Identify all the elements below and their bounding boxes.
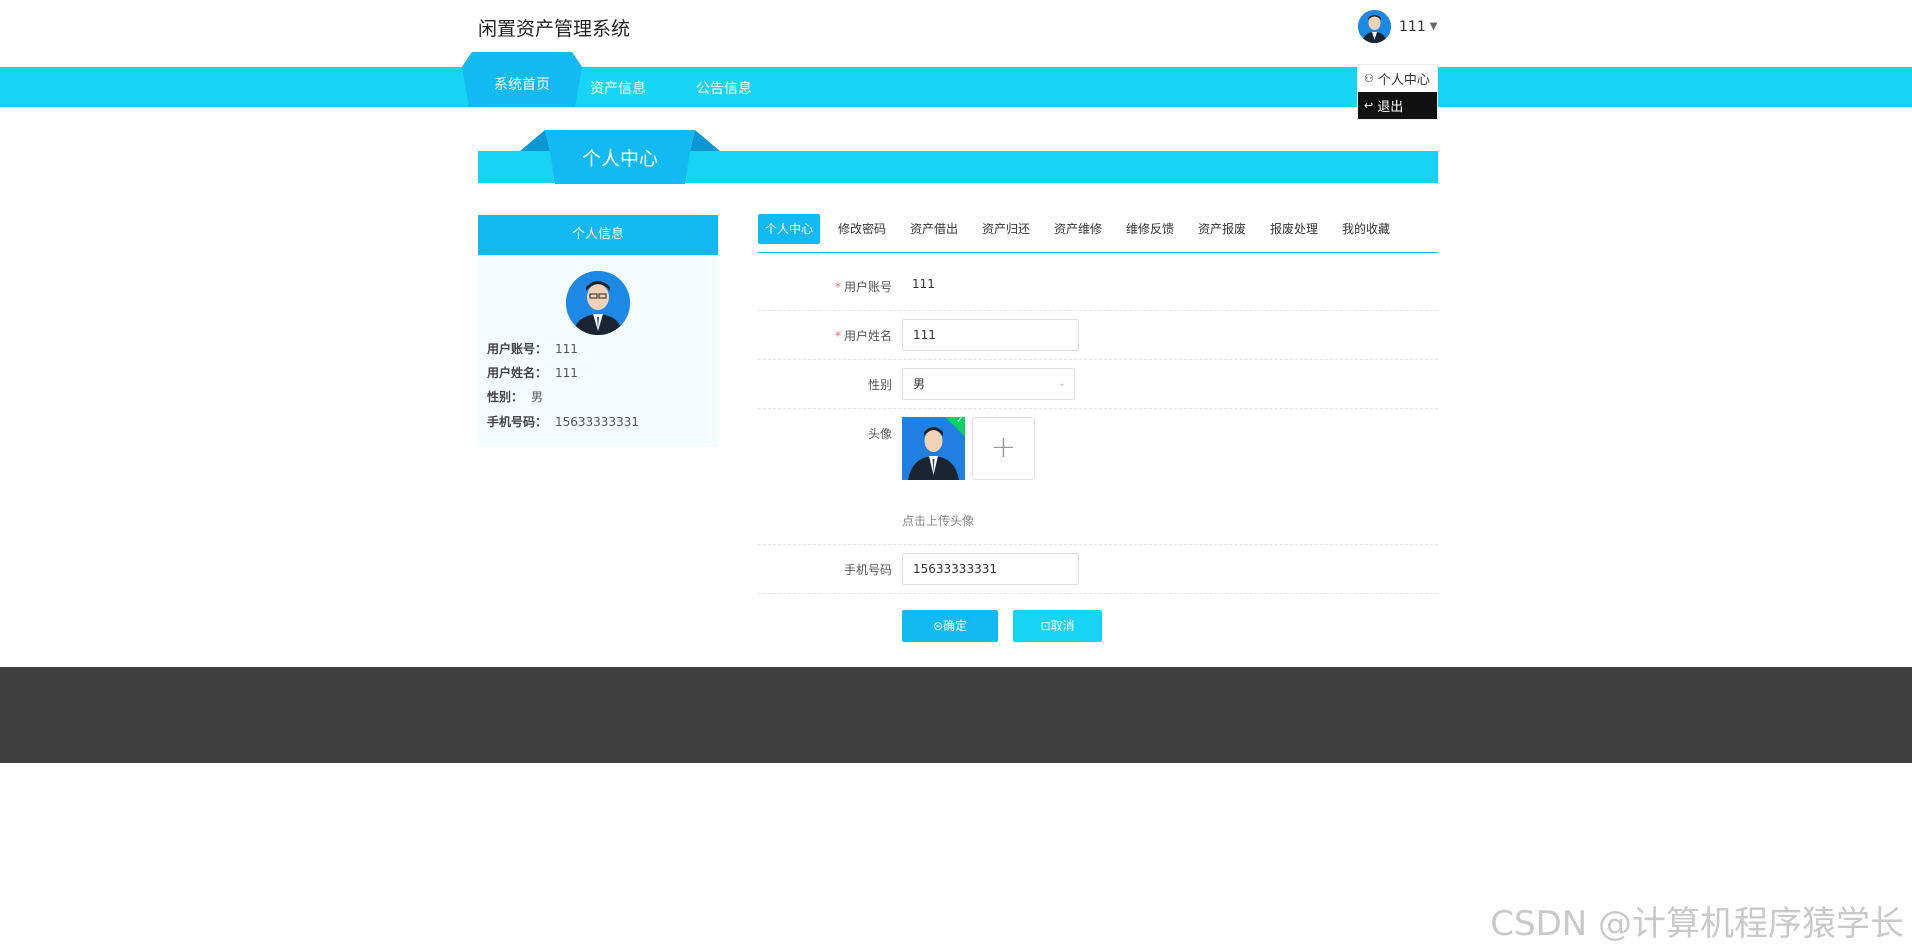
footer	[0, 667, 1912, 763]
page: 闲置资产管理系统 111 ▼ 系统首页 资产信息 公告信息 ⚇ 个人中心 ↩ 退…	[0, 0, 1912, 952]
nav-item-assets[interactable]: 资产信息	[590, 78, 646, 98]
avatar-upload-hint: 点击上传头像	[902, 514, 975, 528]
check-icon: ✓	[956, 417, 964, 426]
person-portrait-icon	[1358, 10, 1391, 43]
tab-profile[interactable]: 个人中心	[758, 214, 821, 244]
tab-asset-scrap[interactable]: 资产报废	[1198, 214, 1246, 244]
profile-row-phone: 手机号码： 15633333331	[487, 415, 639, 429]
user-name[interactable]: 111	[1399, 19, 1426, 35]
center-tabs: 个人中心 修改密码 资产借出 资产归还 资产维修 维修反馈 资产报废 报废处理 …	[758, 214, 1438, 253]
nav-bar	[0, 67, 1912, 107]
form-row-account: * 用户账号 111	[758, 262, 1438, 311]
form-row-phone: 手机号码 15633333331	[758, 545, 1438, 594]
tab-scrap-handling[interactable]: 报废处理	[1270, 214, 1318, 244]
phone-input[interactable]: 15633333331	[902, 553, 1079, 585]
profile-avatar	[566, 271, 630, 335]
chevron-down-icon: ⌄	[1057, 378, 1066, 389]
profile-card: 个人信息 用户账号： 111 用户姓名： 111 性别：男 手机号码： 1563333…	[478, 215, 718, 447]
logout-icon: ↩	[1364, 99, 1374, 112]
form-row-avatar: 头像 ✓ + 点击上传头像	[758, 409, 1438, 545]
account-value: 111	[912, 277, 935, 291]
dropdown-label-profile: 个人中心	[1377, 73, 1430, 88]
user-menu-trigger[interactable]: 111 ▼	[1358, 10, 1437, 43]
tab-repair-feedback[interactable]: 维修反馈	[1126, 214, 1174, 244]
person-portrait-icon	[566, 271, 630, 335]
confirm-icon: ⊝	[932, 619, 944, 633]
user-avatar[interactable]	[1358, 10, 1391, 43]
phone-label: 手机号码	[843, 563, 892, 577]
avatar-label: 头像	[867, 427, 892, 441]
user-dropdown-menu: ⚇ 个人中心 ↩ 退出	[1357, 64, 1438, 120]
dropdown-item-logout[interactable]: ↩ 退出	[1358, 92, 1437, 119]
avatar-upload-button[interactable]: +	[972, 417, 1035, 480]
tab-asset-repair[interactable]: 资产维修	[1054, 214, 1102, 244]
dropdown-label-logout: 退出	[1377, 100, 1404, 115]
section-title: 个人中心	[581, 148, 658, 170]
avatar-thumbnail[interactable]: ✓	[902, 417, 965, 480]
caret-down-icon[interactable]: ▼	[1430, 21, 1438, 32]
watermark: CSDN @计算机程序猿学长	[1490, 904, 1904, 944]
nav-item-notices[interactable]: 公告信息	[696, 78, 752, 98]
cancel-button[interactable]: ⊡取消	[1013, 610, 1102, 642]
dropdown-item-profile[interactable]: ⚇ 个人中心	[1358, 65, 1437, 92]
nav-item-home[interactable]: 系统首页	[462, 52, 582, 107]
profile-card-title: 个人信息	[478, 215, 718, 255]
form-row-gender: 性别 男 ⌄	[758, 360, 1438, 409]
tab-asset-lend[interactable]: 资产借出	[910, 214, 958, 244]
account-label: * 用户账号	[834, 280, 892, 294]
gender-select[interactable]: 男 ⌄	[902, 368, 1075, 400]
name-input[interactable]: 111	[902, 319, 1079, 351]
profile-row-account: 用户账号： 111	[487, 342, 578, 356]
name-label: * 用户姓名	[834, 329, 892, 343]
user-icon: ⚇	[1364, 72, 1374, 85]
site-title: 闲置资产管理系统	[478, 18, 631, 40]
profile-row-gender: 性别：男	[487, 390, 544, 404]
gender-select-value: 男	[913, 377, 926, 391]
tab-asset-return[interactable]: 资产归还	[982, 214, 1030, 244]
profile-row-name: 用户姓名： 111	[487, 366, 578, 380]
nav-label-home[interactable]: 系统首页	[462, 74, 582, 94]
gender-label: 性别	[867, 378, 892, 392]
tab-change-password[interactable]: 修改密码	[838, 214, 886, 244]
cancel-icon: ⊡	[1040, 619, 1051, 633]
form-row-name: * 用户姓名 111	[758, 311, 1438, 360]
tab-favorites[interactable]: 我的收藏	[1342, 214, 1390, 244]
confirm-button[interactable]: ⊝确定	[902, 610, 998, 642]
